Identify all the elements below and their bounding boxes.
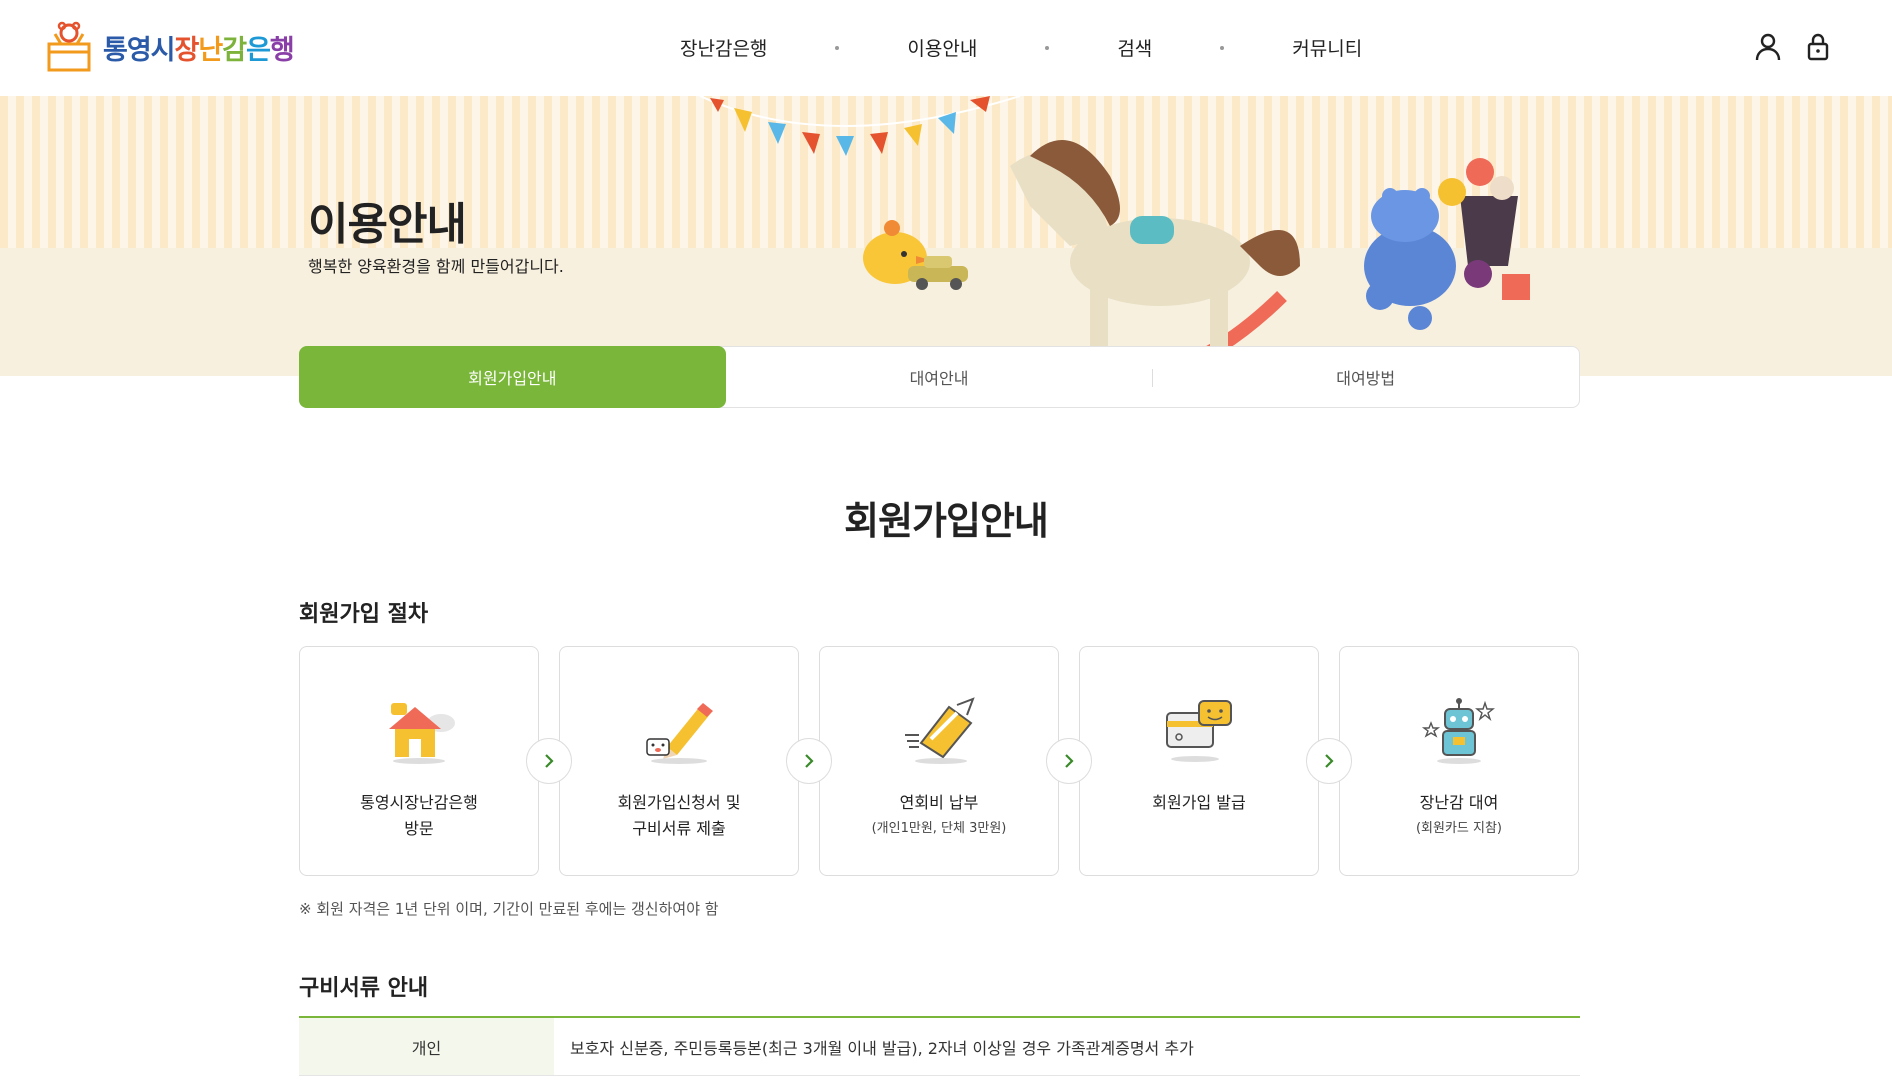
chevron-right-icon bbox=[1046, 738, 1092, 784]
step-label: 회원가입 발급 bbox=[1152, 793, 1246, 812]
nav-item-guide[interactable]: 이용안내 bbox=[907, 34, 977, 61]
nav-separator bbox=[1045, 45, 1050, 50]
logo-text-part: 은 bbox=[246, 34, 271, 66]
card-payment-icon bbox=[905, 697, 975, 764]
documents-table: 개인 보호자 신분증, 주민등록등본(최근 3개월 이내 발급), 2자녀 이상… bbox=[299, 1016, 1580, 1076]
logo-text-part: 장 bbox=[174, 34, 200, 66]
chevron-right-icon bbox=[786, 738, 832, 784]
step-sublabel: (개인1만원, 단체 3만원) bbox=[871, 821, 1007, 836]
procedure-step-card: 회원가입 발급 bbox=[1079, 646, 1319, 876]
step-label: 구비서류 제출 bbox=[632, 819, 726, 838]
membership-note: ※ 회원 자격은 1년 단위 이며, 기간이 만료된 후에는 갱신하여야 함 bbox=[299, 900, 719, 918]
table-header-cell: 개인 bbox=[299, 1018, 554, 1075]
robot-toy-icon bbox=[1421, 698, 1495, 764]
tab-membership-info[interactable]: 회원가입안내 bbox=[299, 346, 726, 408]
procedure-step-card: 통영시장난감은행 방문 bbox=[299, 646, 539, 876]
member-card-icon bbox=[1166, 700, 1232, 762]
chevron-right-icon bbox=[1306, 738, 1352, 784]
hero-subtitle: 행복한 양육환경을 함께 만들어갑니다. bbox=[308, 257, 564, 276]
util-menu bbox=[1754, 32, 1832, 62]
logo-text-part: 행 bbox=[269, 34, 295, 66]
toys-illustration-icon bbox=[699, 96, 1530, 376]
documents-section-title: 구비서류 안내 bbox=[299, 976, 429, 1001]
logo-text: 통영시장난감은행 bbox=[103, 28, 295, 67]
logo-text-part: 통영시 bbox=[103, 34, 176, 66]
table-cell: 보호자 신분증, 주민등록등본(최근 3개월 이내 발급), 2자녀 이상일 경… bbox=[570, 1038, 1194, 1058]
nav-item-search[interactable]: 검색 bbox=[1117, 34, 1152, 61]
site-logo[interactable]: 통영시장난감은행 bbox=[43, 20, 295, 74]
nav-item-community[interactable]: 커뮤니티 bbox=[1292, 34, 1362, 61]
step-label: 장난감 대여 bbox=[1419, 793, 1499, 812]
procedure-steps: 통영시장난감은행 방문 회원가입신청서 및 구비서류 제출 연회비 납부 (개인… bbox=[299, 646, 1580, 876]
nav-item-toy-bank[interactable]: 장난감은행 bbox=[680, 34, 767, 61]
procedure-step-card: 회원가입신청서 및 구비서류 제출 bbox=[559, 646, 799, 876]
user-icon[interactable] bbox=[1754, 32, 1782, 62]
hero-banner: 이용안내 행복한 양육환경을 함께 만들어갑니다. bbox=[0, 96, 1892, 376]
step-label: 회원가입신청서 및 bbox=[617, 793, 741, 812]
step-sublabel: (회원카드 지참) bbox=[1415, 821, 1503, 836]
procedure-section-title: 회원가입 절차 bbox=[299, 602, 429, 627]
pencil-icon bbox=[646, 703, 713, 764]
toy-box-logo-icon bbox=[47, 21, 91, 72]
tab-rental-method[interactable]: 대여방법 bbox=[1152, 347, 1579, 407]
chevron-right-icon bbox=[526, 738, 572, 784]
step-label: 방문 bbox=[404, 819, 434, 838]
sub-tab-bar: 회원가입안내 대여안내 대여방법 bbox=[299, 346, 1580, 408]
step-label: 연회비 납부 bbox=[899, 793, 979, 812]
main-nav: 장난감은행 이용안내 검색 커뮤니티 bbox=[680, 34, 1362, 61]
table-row: 개인 보호자 신분증, 주민등록등본(최근 3개월 이내 발급), 2자녀 이상… bbox=[299, 1018, 1580, 1076]
step-label: 통영시장난감은행 bbox=[360, 793, 478, 812]
procedure-step-card: 연회비 납부 (개인1만원, 단체 3만원) bbox=[819, 646, 1059, 876]
logo-text-part: 감 bbox=[222, 34, 247, 66]
procedure-step-card: 장난감 대여 (회원카드 지참) bbox=[1339, 646, 1579, 876]
tab-rental-info[interactable]: 대여안내 bbox=[726, 347, 1153, 407]
logo-text-part: 난 bbox=[198, 34, 223, 66]
page-title: 회원가입안내 bbox=[844, 499, 1049, 543]
hero-title: 이용안내 bbox=[308, 199, 467, 250]
site-header: 통영시장난감은행 장난감은행 이용안내 검색 커뮤니티 bbox=[0, 0, 1892, 96]
house-icon bbox=[389, 703, 455, 764]
lock-icon[interactable] bbox=[1804, 32, 1832, 62]
nav-separator bbox=[1220, 45, 1225, 50]
nav-separator bbox=[835, 45, 840, 50]
